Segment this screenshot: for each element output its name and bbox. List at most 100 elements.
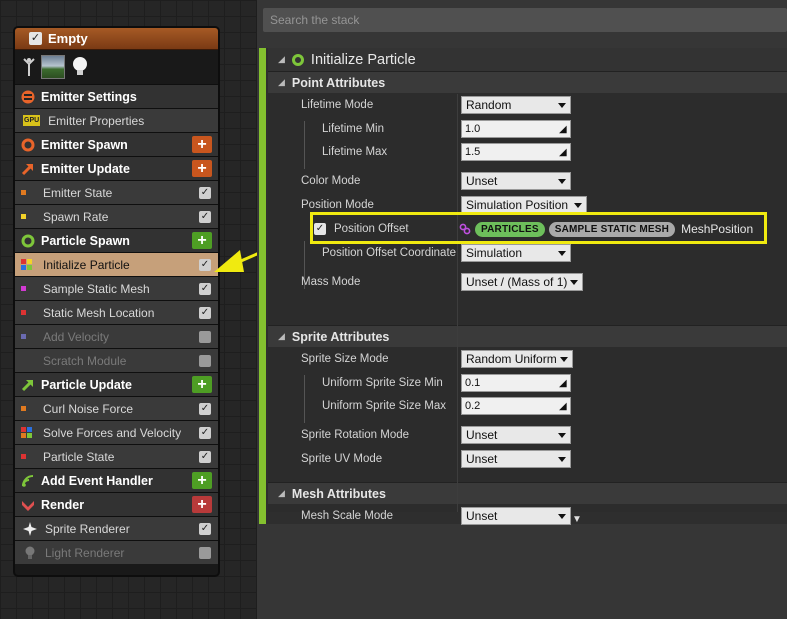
lifetime-max-value: 1.5 bbox=[465, 146, 481, 158]
module-usage-dots-icon bbox=[21, 190, 35, 195]
emitter-icon[interactable] bbox=[23, 57, 35, 77]
module-label: Light Renderer bbox=[45, 545, 125, 560]
collapse-triangle-icon[interactable]: ◢ bbox=[278, 54, 285, 65]
stack-module-curl-noise-force[interactable]: Curl Noise Force ✓ bbox=[15, 396, 218, 420]
stack-module-sprite-renderer[interactable]: Sprite Renderer ✓ bbox=[15, 516, 218, 540]
emitter-enabled-checkbox[interactable]: ✓ bbox=[29, 32, 42, 45]
sprite-rotation-mode-dropdown[interactable]: Unset bbox=[461, 426, 571, 444]
module-enabled-checkbox[interactable]: ✓ bbox=[199, 426, 211, 439]
lifetime-min-input[interactable]: 1.0 ◢ bbox=[461, 120, 571, 138]
collapse-triangle-icon[interactable]: ◢ bbox=[278, 77, 285, 88]
add-module-button[interactable]: + bbox=[192, 160, 212, 177]
uniform-sprite-size-max-row: Uniform Sprite Size Max 0.2 ◢ bbox=[268, 394, 787, 418]
add-module-button[interactable]: + bbox=[192, 376, 212, 393]
stack-module-emitter-state[interactable]: Emitter State ✓ bbox=[15, 180, 218, 204]
module-enabled-checkbox[interactable]: ✓ bbox=[199, 402, 211, 415]
resize-corner-icon: ◢ bbox=[559, 147, 567, 158]
mesh-scale-mode-row: Mesh Scale Mode Unset bbox=[268, 504, 787, 528]
particle-spawn-icon bbox=[21, 234, 35, 248]
stack-module-spawn-rate[interactable]: Spawn Rate ✓ bbox=[15, 204, 218, 228]
particle-update-icon bbox=[21, 378, 35, 392]
module-usage-dots-icon bbox=[21, 406, 35, 411]
module-enabled-checkbox[interactable]: ✓ bbox=[199, 282, 211, 295]
module-enabled-checkbox[interactable]: ✓ bbox=[199, 186, 211, 199]
collapse-triangle-icon[interactable]: ◢ bbox=[278, 331, 285, 342]
particles-pill: PARTICLES bbox=[475, 221, 545, 237]
mass-mode-label: Mass Mode bbox=[301, 276, 361, 288]
stack-category-emitter-update[interactable]: Emitter Update + bbox=[15, 156, 218, 180]
stack-module-emitter-properties[interactable]: GPU Emitter Properties bbox=[15, 108, 218, 132]
position-offset-coordinate-label: Position Offset Coordinate bbox=[322, 247, 456, 259]
sprite-size-mode-dropdown[interactable]: Random Uniform bbox=[461, 350, 573, 368]
mesh-attributes-header[interactable]: ◢ Mesh Attributes bbox=[268, 482, 787, 504]
module-enabled-checkbox[interactable]: ✓ bbox=[199, 546, 211, 559]
mesh-scale-mode-dropdown[interactable]: Unset bbox=[461, 507, 571, 525]
position-offset-binding[interactable]: PARTICLES SAMPLE STATIC MESH MeshPositio… bbox=[459, 221, 754, 237]
add-module-button[interactable]: + bbox=[192, 136, 212, 153]
color-mode-dropdown[interactable]: Unset bbox=[461, 172, 571, 190]
emitter-header[interactable]: ✓ Empty bbox=[15, 28, 218, 50]
module-header[interactable]: ◢ Initialize Particle bbox=[268, 48, 787, 71]
stack-category-render[interactable]: Render + bbox=[15, 492, 218, 516]
module-enabled-checkbox[interactable]: ✓ bbox=[199, 306, 211, 319]
module-usage-dots-icon bbox=[21, 427, 35, 438]
search-input[interactable]: Search the stack bbox=[263, 8, 787, 32]
sprite-uv-mode-row: Sprite UV Mode Unset bbox=[268, 447, 787, 471]
category-label: Emitter Spawn bbox=[41, 137, 128, 152]
mass-mode-value: Unset / (Mass of 1) bbox=[466, 275, 568, 289]
lifetime-mode-dropdown[interactable]: Random bbox=[461, 96, 571, 114]
lifetime-max-label: Lifetime Max bbox=[322, 146, 388, 158]
module-enabled-checkbox[interactable]: ✓ bbox=[199, 330, 211, 343]
stack-module-static-mesh-location[interactable]: Static Mesh Location ✓ bbox=[15, 300, 218, 324]
add-module-button[interactable]: + bbox=[192, 496, 212, 513]
module-enabled-checkbox[interactable]: ✓ bbox=[199, 210, 211, 223]
scroll-down-icon[interactable]: ▼ bbox=[572, 514, 582, 525]
resize-corner-icon: ◢ bbox=[559, 378, 567, 389]
position-mode-dropdown[interactable]: Simulation Position bbox=[461, 196, 587, 214]
position-offset-coordinate-dropdown[interactable]: Simulation bbox=[461, 244, 571, 262]
mesh-position-link: MeshPosition bbox=[681, 222, 754, 236]
sprite-rotation-mode-label: Sprite Rotation Mode bbox=[301, 429, 410, 441]
stack-category-add-event-handler[interactable]: Add Event Handler + bbox=[15, 468, 218, 492]
module-label: Sprite Renderer bbox=[45, 521, 130, 536]
stack-module-scratch-module[interactable]: Scratch Module ✓ bbox=[15, 348, 218, 372]
stack-module-light-renderer[interactable]: Light Renderer ✓ bbox=[15, 540, 218, 564]
module-enabled-checkbox[interactable]: ✓ bbox=[199, 522, 211, 535]
mass-mode-dropdown[interactable]: Unset / (Mass of 1) bbox=[461, 273, 583, 291]
module-enabled-checkbox[interactable]: ✓ bbox=[199, 354, 211, 367]
stack-category-emitter-settings[interactable]: Emitter Settings bbox=[15, 84, 218, 108]
sprite-size-mode-value: Random Uniform bbox=[466, 352, 557, 366]
mass-mode-row: Mass Mode Unset / (Mass of 1) bbox=[268, 270, 787, 294]
position-mode-value: Simulation Position bbox=[466, 198, 569, 212]
uniform-sprite-size-max-input[interactable]: 0.2 ◢ bbox=[461, 397, 571, 415]
add-module-button[interactable]: + bbox=[192, 232, 212, 249]
add-module-button[interactable]: + bbox=[192, 472, 212, 489]
collapse-triangle-icon[interactable]: ◢ bbox=[278, 488, 285, 499]
emitter-node: ✓ Empty Emitter Settings GPU Emitter Prope… bbox=[13, 26, 220, 577]
stack-module-particle-state[interactable]: Particle State ✓ bbox=[15, 444, 218, 468]
uniform-sprite-size-min-input[interactable]: 0.1 ◢ bbox=[461, 374, 571, 392]
preview-thumbnail[interactable] bbox=[41, 55, 65, 79]
emitter-settings-icon bbox=[21, 90, 35, 104]
point-attributes-header[interactable]: ◢ Point Attributes bbox=[268, 71, 787, 93]
stack-category-particle-spawn[interactable]: Particle Spawn + bbox=[15, 228, 218, 252]
uniform-sprite-size-min-row: Uniform Sprite Size Min 0.1 ◢ bbox=[268, 371, 787, 395]
mesh-attributes-label: Mesh Attributes bbox=[291, 486, 386, 501]
sprite-uv-mode-dropdown[interactable]: Unset bbox=[461, 450, 571, 468]
module-label: Static Mesh Location bbox=[43, 305, 155, 320]
module-enabled-checkbox[interactable]: ✓ bbox=[199, 450, 211, 463]
stack-module-initialize-particle[interactable]: Initialize Particle ✓ bbox=[15, 252, 218, 276]
lifetime-max-input[interactable]: 1.5 ◢ bbox=[461, 143, 571, 161]
stack-category-emitter-spawn[interactable]: Emitter Spawn + bbox=[15, 132, 218, 156]
module-label: Curl Noise Force bbox=[43, 401, 134, 416]
module-usage-dots-icon bbox=[21, 334, 35, 339]
sprite-attributes-header[interactable]: ◢ Sprite Attributes bbox=[268, 325, 787, 347]
stack-category-particle-update[interactable]: Particle Update + bbox=[15, 372, 218, 396]
sprite-uv-mode-label: Sprite UV Mode bbox=[301, 453, 383, 465]
stack-module-sample-static-mesh[interactable]: Sample Static Mesh ✓ bbox=[15, 276, 218, 300]
position-offset-checkbox[interactable]: ✓ bbox=[314, 223, 326, 235]
uniform-sprite-size-min-value: 0.1 bbox=[465, 377, 481, 389]
stack-module-solve-forces-and-velocity[interactable]: Solve Forces and Velocity ✓ bbox=[15, 420, 218, 444]
stack-module-add-velocity[interactable]: Add Velocity ✓ bbox=[15, 324, 218, 348]
light-bulb-icon[interactable] bbox=[71, 56, 89, 78]
